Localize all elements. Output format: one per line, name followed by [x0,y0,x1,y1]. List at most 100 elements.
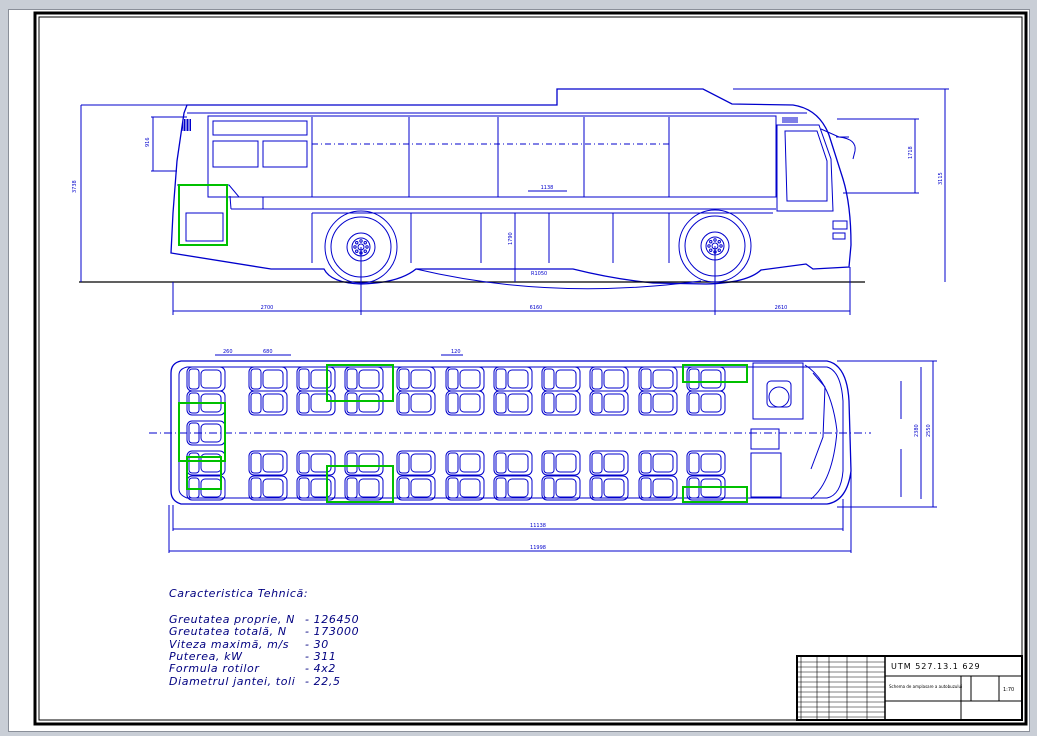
seat-inner [262,453,284,473]
seat-back [346,452,358,474]
seat-inner [459,369,481,389]
spec-label: Greutatea proprie, N [169,613,295,626]
seat [638,450,678,476]
seat-inner [603,369,625,389]
seat-back [298,452,310,474]
seat-inner [652,453,674,473]
spec-label: Diametrul jantei, toli [169,674,296,688]
seat [344,390,384,416]
spec-label: Formula rotilor [169,662,260,676]
seat-back [398,477,410,499]
seat-inner [459,453,481,473]
spec-value: - 30 [305,637,329,651]
dim-right-total: 3115 [938,172,944,185]
seat-back [346,368,358,390]
lug-nut [717,248,721,252]
spec-label: Greutatea totală, N [169,625,287,639]
seat-back [688,392,700,414]
seat [248,450,288,476]
seat [248,390,288,416]
spec-value: - 126450 [305,613,360,626]
door-glass [784,130,828,202]
seat-back [640,368,652,390]
seat [493,475,533,501]
seat [396,475,436,501]
seat-inner [555,369,577,389]
title-code: UTM 527.13.1 629 [891,662,981,671]
dim-seat-pitch-b: 680 [263,349,273,355]
seat-back [591,477,603,499]
seat [589,475,629,501]
seat-back [495,392,507,414]
seat-back [591,452,603,474]
seat-back [298,477,310,499]
dim-ground-clear: R1050 [531,271,547,277]
spec-row: Greutatea proprie, N - 126450 [169,614,359,626]
seat [296,366,336,392]
seat-inner [507,393,529,413]
seat [638,366,678,392]
seat-inner [555,453,577,473]
seat [445,450,485,476]
bus-layout-drawing: 3738 916 1718 3115 2700 6160 2610 1790 1138 R1050… [33,11,1028,726]
seat-inner [652,393,674,413]
seat-back [688,368,700,390]
seat-back [250,368,262,390]
lug-nut [359,239,363,243]
seat [445,475,485,501]
seat-back [543,477,555,499]
seat-inner [410,369,432,389]
seat-inner [358,453,380,473]
dim-rear-overhang: 2610 [775,305,788,311]
seat-inner [603,453,625,473]
seat [589,366,629,392]
dim-plan-overall-length: 11998 [530,545,546,551]
seat [493,390,533,416]
seat-back [543,392,555,414]
side-window-band [207,115,777,198]
side-view: 3738 916 1718 3115 2700 6160 2610 1790 1138 R1050 [72,88,949,315]
seat-back [591,392,603,414]
seat-inner [459,478,481,498]
spec-label: Puterea, kW [169,649,243,663]
seat-inner [700,369,722,389]
steering-wheel [768,386,790,408]
seat [686,450,726,476]
front-door-step [750,452,782,498]
dashboard [810,372,826,470]
seat [445,390,485,416]
rear-window-right [262,140,308,168]
dim-wheelbase: 6160 [530,305,543,311]
lug-nut [355,241,359,245]
guide-seat [750,428,780,450]
lug-nut [363,249,367,253]
seat-back [298,368,310,390]
seat [541,390,581,416]
seat [493,366,533,392]
spec-row: Greutatea totală, N - 173000 [169,626,359,638]
seat [296,450,336,476]
seat-inner [358,478,380,498]
seat-inner [459,393,481,413]
spec-row: Puterea, kW - 311 [169,649,336,663]
seat-inner [358,369,380,389]
seat-back [495,452,507,474]
seat-inner [262,393,284,413]
seat-inner [262,478,284,498]
drawing-sheet: 3738 916 1718 3115 2700 6160 2610 1790 1138 R1050… [8,9,1030,732]
seat-inner [410,453,432,473]
title-block: UTM 527.13.1 629 Schema de amplasare a au… [796,655,1023,721]
seat [248,366,288,392]
seat [589,450,629,476]
seat-back [543,368,555,390]
seat-inner [555,478,577,498]
bus-body-outline [170,88,852,285]
seat-inner [262,369,284,389]
spec-value: - 22,5 [305,674,341,688]
seat-inner [555,393,577,413]
dim-window-height: 916 [145,137,151,147]
driver-area [752,362,804,420]
seat [344,366,384,392]
seat-inner [410,393,432,413]
spec-value: - 173000 [305,625,360,639]
